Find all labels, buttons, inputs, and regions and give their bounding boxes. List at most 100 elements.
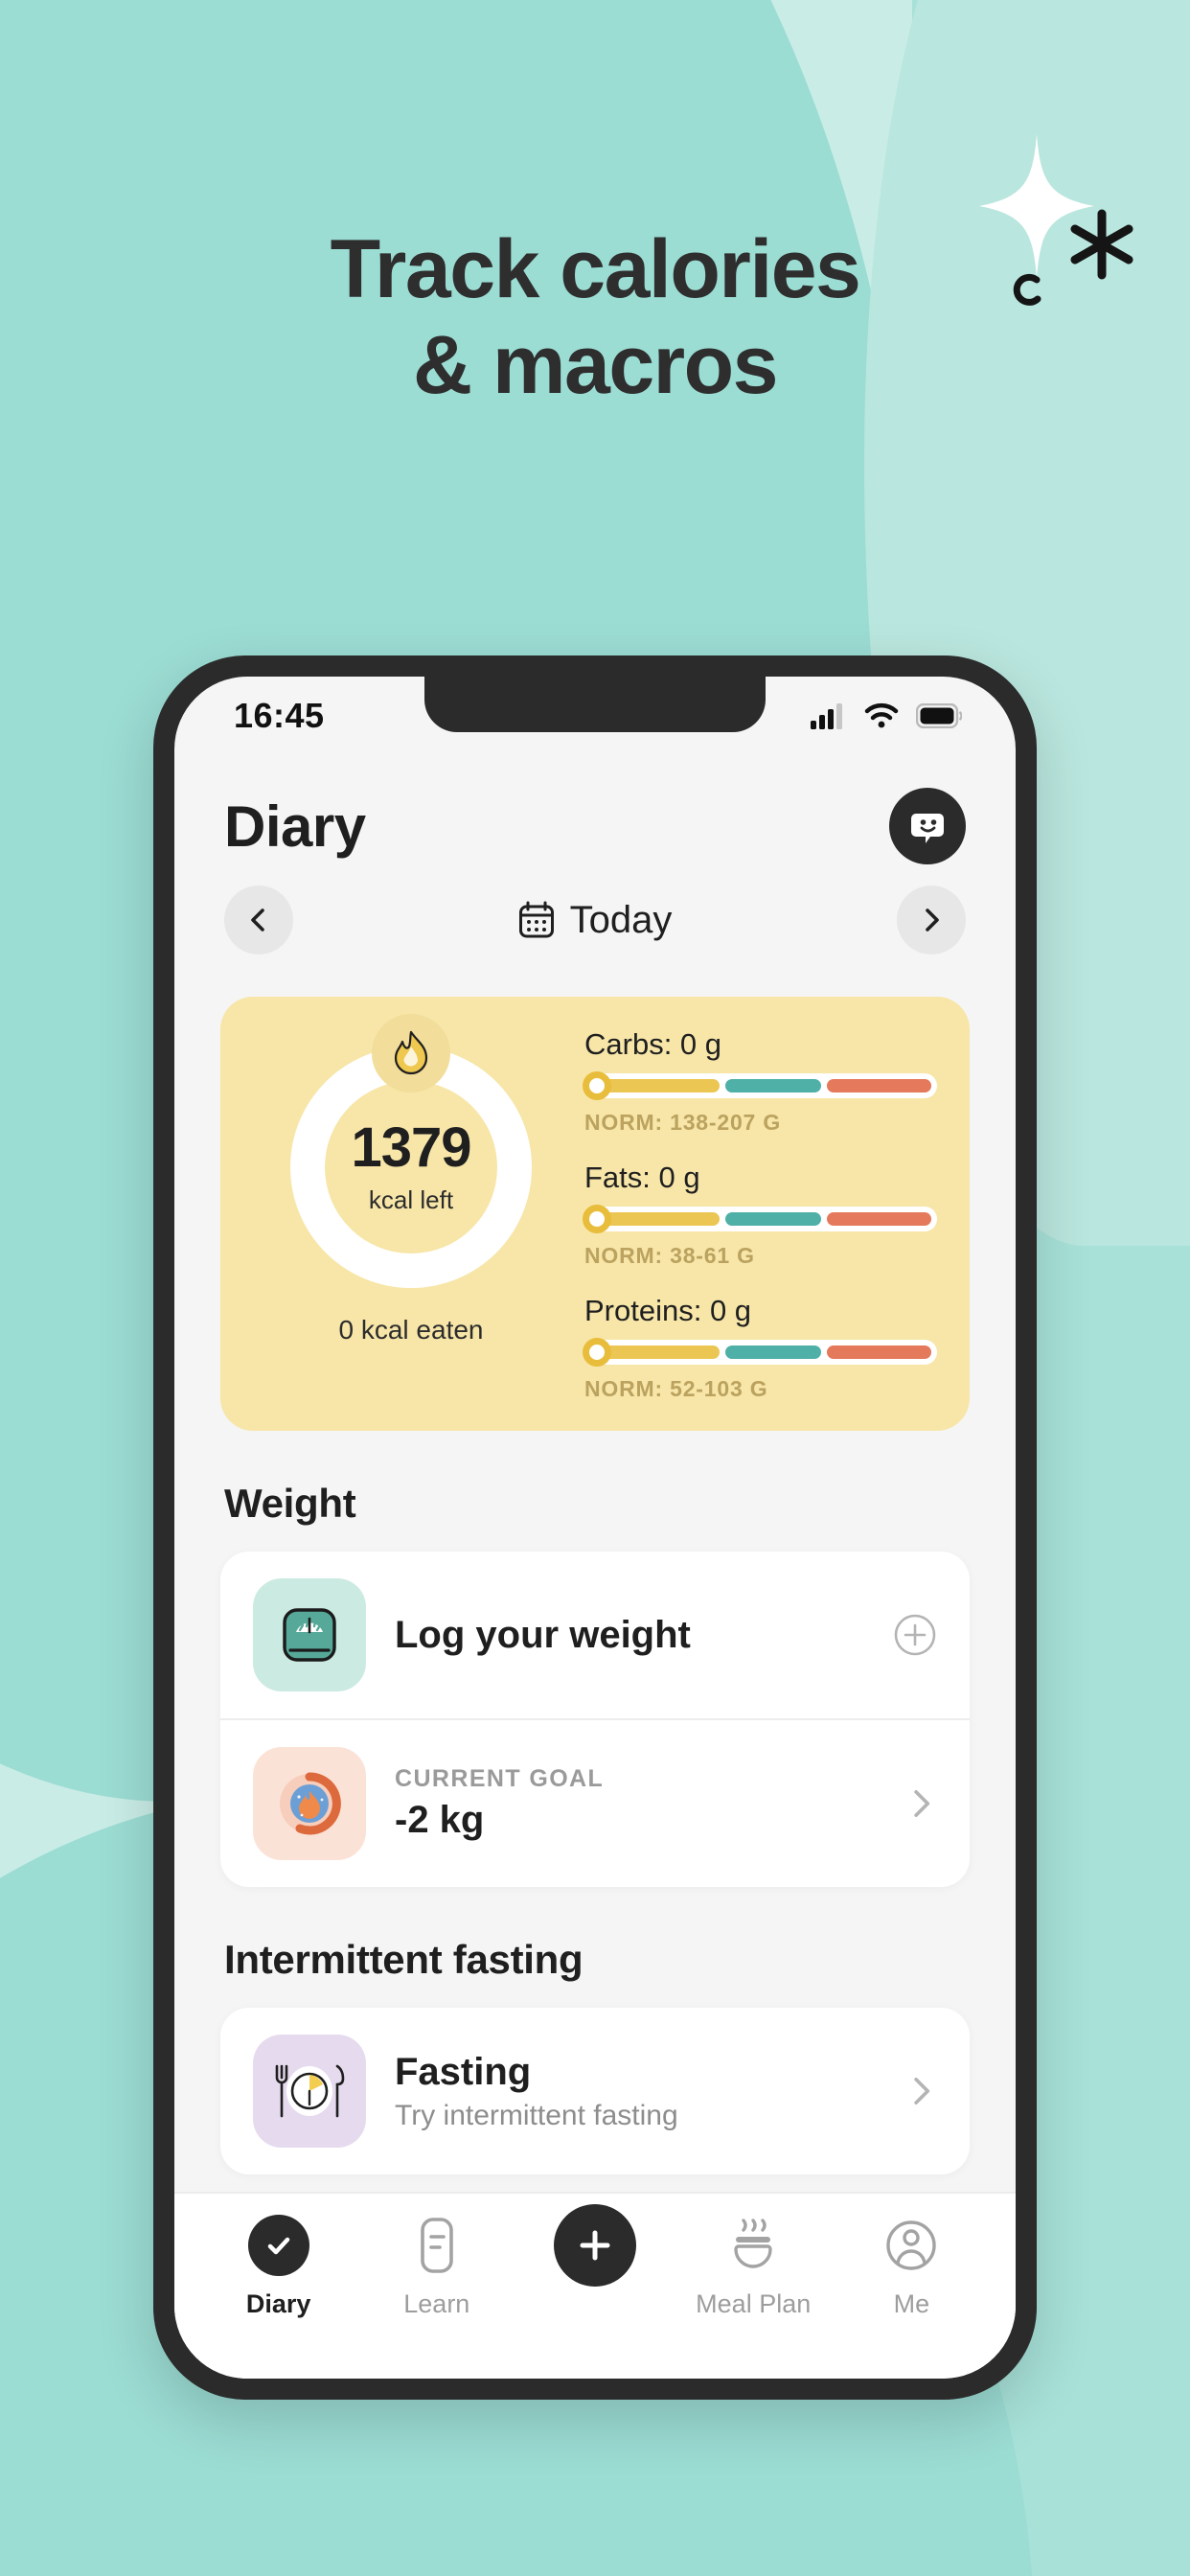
calorie-progress-ring: 1379 kcal left (290, 1014, 532, 1288)
headline-line-2: & macros (413, 318, 778, 411)
macro-item-proteins: Proteins: 0 g NORM: 52-103 G (583, 1294, 937, 1402)
headline-line-1: Track calories (330, 223, 861, 315)
macro-norm-label: NORM: 38-61 G (584, 1243, 755, 1268)
chevron-right-icon (914, 2078, 930, 2104)
macro-segment-high (826, 1346, 931, 1359)
macro-segment-ok (725, 1079, 821, 1092)
chevron-left-icon (251, 908, 264, 932)
tab-learn[interactable]: Learn (357, 2215, 515, 2319)
macro-item-carbs: Carbs: 0 g NORM: 138-207 G (583, 1027, 937, 1136)
status-bar-clock: 16:45 (234, 696, 325, 735)
page-header: Diary (174, 755, 1016, 864)
chat-smiley-icon (911, 814, 944, 843)
fasting-section-title: Intermittent fasting (224, 1937, 584, 1982)
chevron-right-icon (926, 908, 939, 932)
page-title: Diary (224, 794, 366, 859)
weight-section-title: Weight (224, 1481, 356, 1526)
fasting-chevron-button[interactable] (904, 2075, 937, 2107)
status-bar-icons (811, 702, 962, 729)
goal-icon-wrapper (253, 1747, 366, 1860)
plus-circle-icon (894, 1614, 936, 1656)
log-weight-row[interactable]: Log your weight (220, 1552, 970, 1718)
tab-diary[interactable]: Diary (199, 2215, 357, 2319)
plus-fab-icon[interactable] (554, 2204, 636, 2287)
current-goal-row[interactable]: CURRENT GOAL -2 kg (220, 1718, 970, 1887)
tab-meal-plan[interactable]: Meal Plan (675, 2215, 833, 2319)
macro-value-marker (583, 1205, 611, 1233)
article-card-icon (420, 2218, 453, 2273)
flame-icon (394, 1030, 428, 1075)
wifi-icon (864, 702, 899, 728)
goal-flame-icon (280, 1772, 341, 1835)
macro-value-marker (583, 1071, 611, 1100)
check-icon (267, 2237, 289, 2255)
phone-notch (424, 677, 766, 732)
fasting-row[interactable]: Fasting Try intermittent fasting (220, 2008, 970, 2174)
macro-label: Proteins: 0 g (584, 1294, 752, 1327)
tab-learn-icon-wrapper (413, 2215, 461, 2276)
macro-value-marker (583, 1338, 611, 1367)
macro-label: Carbs: 0 g (584, 1027, 722, 1061)
current-goal-text: CURRENT GOAL -2 kg (395, 1765, 876, 1842)
tab-diary-label: Diary (245, 2289, 311, 2318)
previous-day-button[interactable] (224, 886, 293, 954)
macro-progress-bar (583, 1071, 937, 1100)
current-date-selector[interactable]: Today (518, 898, 673, 942)
tab-meal-plan-icon-wrapper (725, 2215, 781, 2276)
calories-left-unit: kcal left (368, 1184, 454, 1214)
calorie-ring-center: 1379 kcal left (325, 1081, 497, 1254)
chevron-right-icon (914, 1790, 930, 1817)
macro-norm-label: NORM: 52-103 G (584, 1376, 768, 1401)
promo-headline: Track calories & macros (0, 222, 1190, 414)
macro-segment-high (826, 1212, 931, 1226)
current-goal-value: -2 kg (395, 1799, 485, 1841)
current-goal-kicker: CURRENT GOAL (395, 1765, 605, 1792)
flame-badge (372, 1014, 450, 1092)
check-circle-icon (247, 2215, 309, 2276)
status-bar: 16:45 (174, 677, 1016, 755)
tab-meal-plan-label: Meal Plan (696, 2289, 812, 2318)
tab-me-icon-wrapper (883, 2215, 939, 2276)
fork-plate-knife-icon (275, 2064, 345, 2118)
fasting-card: Fasting Try intermittent fasting (220, 2008, 970, 2174)
calorie-ring-column: 1379 kcal left 0 kcal eaten (253, 1014, 569, 1346)
log-weight-title: Log your weight (395, 1613, 691, 1656)
steaming-bowl-icon (734, 2219, 772, 2268)
next-day-button[interactable] (897, 886, 966, 954)
cellular-signal-icon (811, 703, 842, 729)
macro-segment-ok (725, 1212, 821, 1226)
person-circle-icon (886, 2220, 937, 2270)
tab-add[interactable] (515, 2204, 674, 2319)
fasting-text: Fasting Try intermittent fasting (395, 2051, 876, 2132)
app-content: Diary Today 1379 kcal left 0 kcal eaten … (174, 755, 1016, 2192)
macro-item-fats: Fats: 0 g NORM: 38-61 G (583, 1161, 937, 1269)
bottom-tab-bar: Diary Learn Meal Plan Me (174, 2192, 1016, 2379)
log-weight-text: Log your weight (395, 1614, 864, 1657)
phone-mockup: 16:45 Diary Today 1379 kcal left 0 kcal … (153, 656, 1037, 2400)
macro-progress-bar (583, 1205, 937, 1233)
calorie-summary-card[interactable]: 1379 kcal left 0 kcal eaten Carbs: 0 g N… (220, 997, 970, 1431)
chat-support-button[interactable] (889, 788, 966, 864)
calories-left-value: 1379 (351, 1116, 471, 1179)
plus-icon (580, 2230, 610, 2261)
macro-progress-bar (583, 1338, 937, 1367)
phone-screen: 16:45 Diary Today 1379 kcal left 0 kcal … (174, 677, 1016, 2379)
bathroom-scale-icon (283, 1608, 336, 1662)
current-goal-chevron-button[interactable] (904, 1787, 937, 1820)
date-navigation-bar: Today (174, 864, 1016, 954)
macro-list: Carbs: 0 g NORM: 138-207 G Fats: 0 g NOR… (569, 1022, 937, 1402)
macro-segment-high (826, 1079, 931, 1092)
fasting-subtitle: Try intermittent fasting (395, 2099, 678, 2131)
calories-eaten-label: 0 kcal eaten (338, 1315, 484, 1345)
tab-diary-icon-wrapper (247, 2215, 309, 2276)
macro-segment-ok (725, 1346, 821, 1359)
log-weight-add-button[interactable] (893, 1613, 937, 1657)
macro-label: Fats: 0 g (584, 1161, 700, 1194)
weight-card: Log your weight CURRENT GOAL -2 kg (220, 1552, 970, 1887)
fasting-title: Fasting (395, 2050, 532, 2093)
tab-me-label: Me (893, 2289, 930, 2318)
tab-learn-label: Learn (403, 2289, 470, 2318)
tab-me[interactable]: Me (833, 2215, 991, 2319)
date-label-text: Today (569, 898, 673, 941)
battery-icon (916, 703, 962, 728)
